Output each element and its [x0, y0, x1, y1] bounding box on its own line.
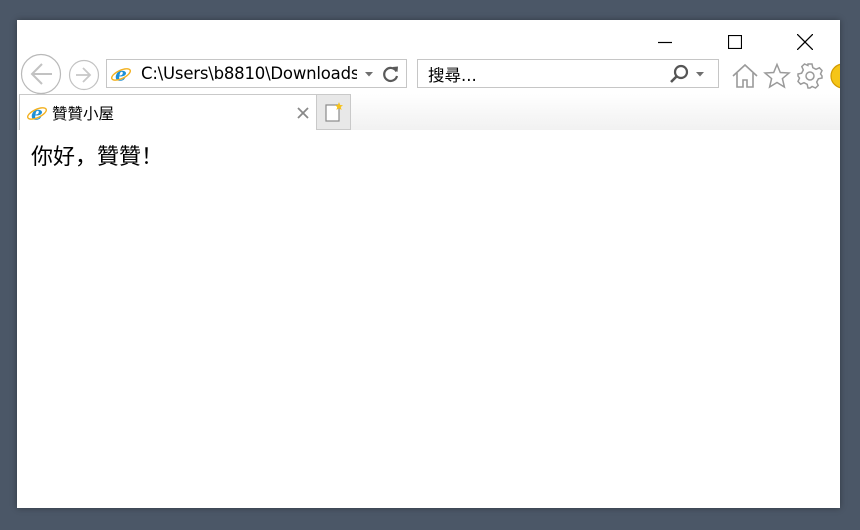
internet-explorer-icon: e — [27, 103, 47, 124]
tab-bar: e 贊贊小屋 — [17, 94, 840, 130]
search-input[interactable]: 搜尋... — [428, 62, 668, 86]
tab-title: 贊贊小屋 — [52, 104, 115, 123]
close-icon[interactable] — [296, 106, 310, 120]
magnifier-icon[interactable] — [668, 63, 690, 85]
star-icon[interactable] — [763, 62, 791, 90]
address-bar[interactable]: e C:\Users\b8810\Downloads\index.html — [106, 59, 407, 88]
minimize-button[interactable] — [630, 20, 700, 64]
page-body-text: 你好，贊贊！ — [31, 145, 164, 170]
maximize-icon — [728, 35, 742, 49]
chevron-down-icon[interactable] — [694, 68, 706, 80]
search-box[interactable]: 搜尋... — [417, 59, 719, 88]
smiley-icon[interactable] — [829, 62, 840, 90]
back-button[interactable] — [20, 53, 62, 95]
window-caption-buttons — [630, 20, 840, 64]
svg-text:e: e — [115, 64, 127, 85]
forward-button[interactable] — [68, 59, 100, 91]
tab-active[interactable]: e 贊贊小屋 — [19, 94, 317, 130]
close-window-button[interactable] — [770, 20, 840, 64]
new-tab-button[interactable] — [317, 94, 351, 130]
gear-icon[interactable] — [796, 62, 824, 90]
internet-explorer-icon: e — [111, 64, 131, 85]
address-text[interactable]: C:\Users\b8810\Downloads\index.html — [141, 64, 357, 83]
minimize-icon — [658, 41, 672, 44]
svg-text:e: e — [31, 103, 43, 124]
home-icon[interactable] — [731, 62, 759, 90]
browser-window: e C:\Users\b8810\Downloads\index.html 搜尋… — [17, 20, 840, 508]
maximize-button[interactable] — [700, 20, 770, 64]
refresh-icon[interactable] — [381, 64, 401, 84]
close-icon — [797, 34, 813, 50]
chevron-down-icon[interactable] — [363, 68, 375, 80]
new-tab-icon — [324, 102, 343, 122]
